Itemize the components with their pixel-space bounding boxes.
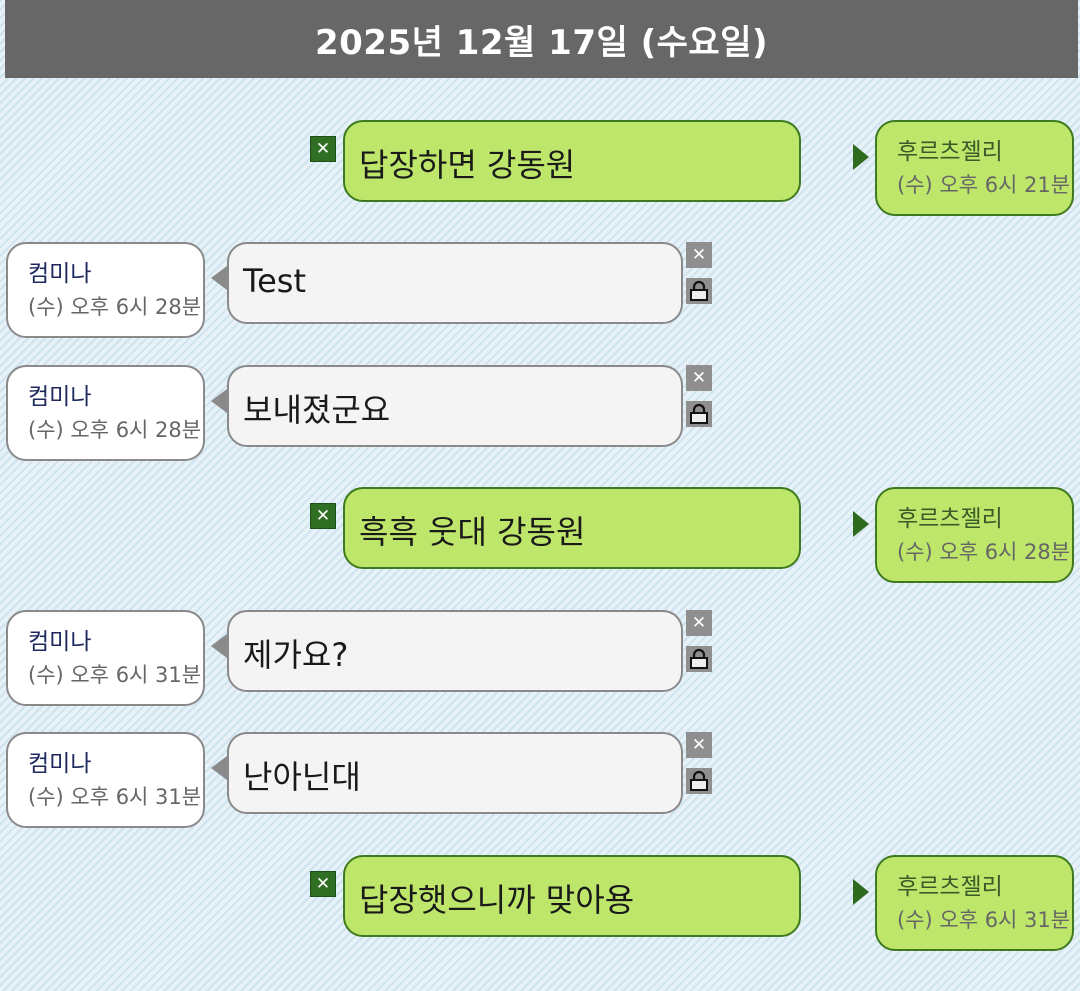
lock-message-button[interactable]: [686, 401, 712, 427]
delete-message-button[interactable]: ✕: [686, 610, 712, 636]
message-bubble[interactable]: Test: [227, 242, 683, 324]
message-time: (수) 오후 6시 31분: [897, 908, 1071, 932]
sender-name: 컴미나: [28, 751, 92, 777]
message-time: (수) 오후 6시 31분: [28, 785, 202, 809]
lock-message-button[interactable]: [686, 646, 712, 672]
close-icon: ✕: [691, 613, 707, 633]
lock-icon: [690, 280, 708, 301]
message-row-incoming: 컴미나 (수) 오후 6시 28분 보내졌군요 ✕: [0, 365, 1080, 461]
triangle-left-icon: [211, 266, 227, 290]
sender-card[interactable]: 컴미나 (수) 오후 6시 28분: [6, 242, 205, 338]
message-text: 답장햇으니까 맞아용: [359, 881, 635, 919]
message-time: (수) 오후 6시 28분: [897, 540, 1071, 564]
message-text: 난아닌대: [243, 758, 361, 796]
message-time: (수) 오후 6시 28분: [28, 295, 202, 319]
message-time: (수) 오후 6시 21분: [897, 173, 1071, 197]
message-row-incoming: 컴미나 (수) 오후 6시 31분 제가요? ✕: [0, 610, 1080, 706]
close-icon: ✕: [315, 506, 331, 526]
message-bubble[interactable]: 답장햇으니까 맞아용: [343, 855, 801, 937]
lock-icon: [690, 403, 708, 424]
message-row-outgoing: ✕ 답장햇으니까 맞아용 후르츠젤리 (수) 오후 6시 31분: [0, 855, 1080, 951]
message-bubble[interactable]: 난아닌대: [227, 732, 683, 814]
delete-message-button[interactable]: ✕: [310, 503, 336, 529]
message-bubble[interactable]: 답장하면 강동원: [343, 120, 801, 202]
close-icon: ✕: [691, 735, 707, 755]
delete-message-button[interactable]: ✕: [686, 365, 712, 391]
close-icon: ✕: [691, 245, 707, 265]
lock-message-button[interactable]: [686, 768, 712, 794]
message-text: 보내졌군요: [243, 391, 391, 429]
message-row-incoming: 컴미나 (수) 오후 6시 28분 Test ✕: [0, 242, 1080, 338]
message-text: Test: [243, 262, 307, 300]
message-row-incoming: 컴미나 (수) 오후 6시 31분 난아닌대 ✕: [0, 732, 1080, 828]
close-icon: ✕: [315, 874, 331, 894]
triangle-left-icon: [211, 634, 227, 658]
sender-name: 컴미나: [28, 384, 92, 410]
triangle-right-icon: [853, 879, 869, 905]
sender-card[interactable]: 후르츠젤리 (수) 오후 6시 28분: [875, 487, 1074, 583]
sender-card[interactable]: 컴미나 (수) 오후 6시 31분: [6, 610, 205, 706]
message-text: 답장하면 강동원: [359, 146, 576, 184]
triangle-left-icon: [211, 389, 227, 413]
message-bubble[interactable]: 제가요?: [227, 610, 683, 692]
close-icon: ✕: [691, 368, 707, 388]
close-icon: ✕: [315, 139, 331, 159]
message-row-outgoing: ✕ 흑흑 웃대 강동원 후르츠젤리 (수) 오후 6시 28분: [0, 487, 1080, 583]
delete-message-button[interactable]: ✕: [310, 871, 336, 897]
sender-name: 후르츠젤리: [897, 506, 1003, 532]
message-time: (수) 오후 6시 31분: [28, 663, 202, 687]
message-text: 흑흑 웃대 강동원: [359, 513, 586, 551]
date-header: 2025년 12월 17일 (수요일): [5, 0, 1078, 78]
sender-name: 후르츠젤리: [897, 874, 1003, 900]
delete-message-button[interactable]: ✕: [310, 136, 336, 162]
message-bubble[interactable]: 흑흑 웃대 강동원: [343, 487, 801, 569]
sender-name: 컴미나: [28, 261, 92, 287]
sender-card[interactable]: 후르츠젤리 (수) 오후 6시 31분: [875, 855, 1074, 951]
triangle-right-icon: [853, 144, 869, 170]
sender-card[interactable]: 컴미나 (수) 오후 6시 31분: [6, 732, 205, 828]
delete-message-button[interactable]: ✕: [686, 732, 712, 758]
triangle-right-icon: [853, 511, 869, 537]
lock-icon: [690, 770, 708, 791]
message-time: (수) 오후 6시 28분: [28, 418, 202, 442]
message-text: 제가요?: [243, 636, 349, 674]
message-row-outgoing: ✕ 답장하면 강동원 후르츠젤리 (수) 오후 6시 21분: [0, 120, 1080, 216]
sender-card[interactable]: 후르츠젤리 (수) 오후 6시 21분: [875, 120, 1074, 216]
sender-card[interactable]: 컴미나 (수) 오후 6시 28분: [6, 365, 205, 461]
message-bubble[interactable]: 보내졌군요: [227, 365, 683, 447]
lock-icon: [690, 648, 708, 669]
sender-name: 컴미나: [28, 629, 92, 655]
triangle-left-icon: [211, 756, 227, 780]
lock-message-button[interactable]: [686, 278, 712, 304]
sender-name: 후르츠젤리: [897, 139, 1003, 165]
delete-message-button[interactable]: ✕: [686, 242, 712, 268]
